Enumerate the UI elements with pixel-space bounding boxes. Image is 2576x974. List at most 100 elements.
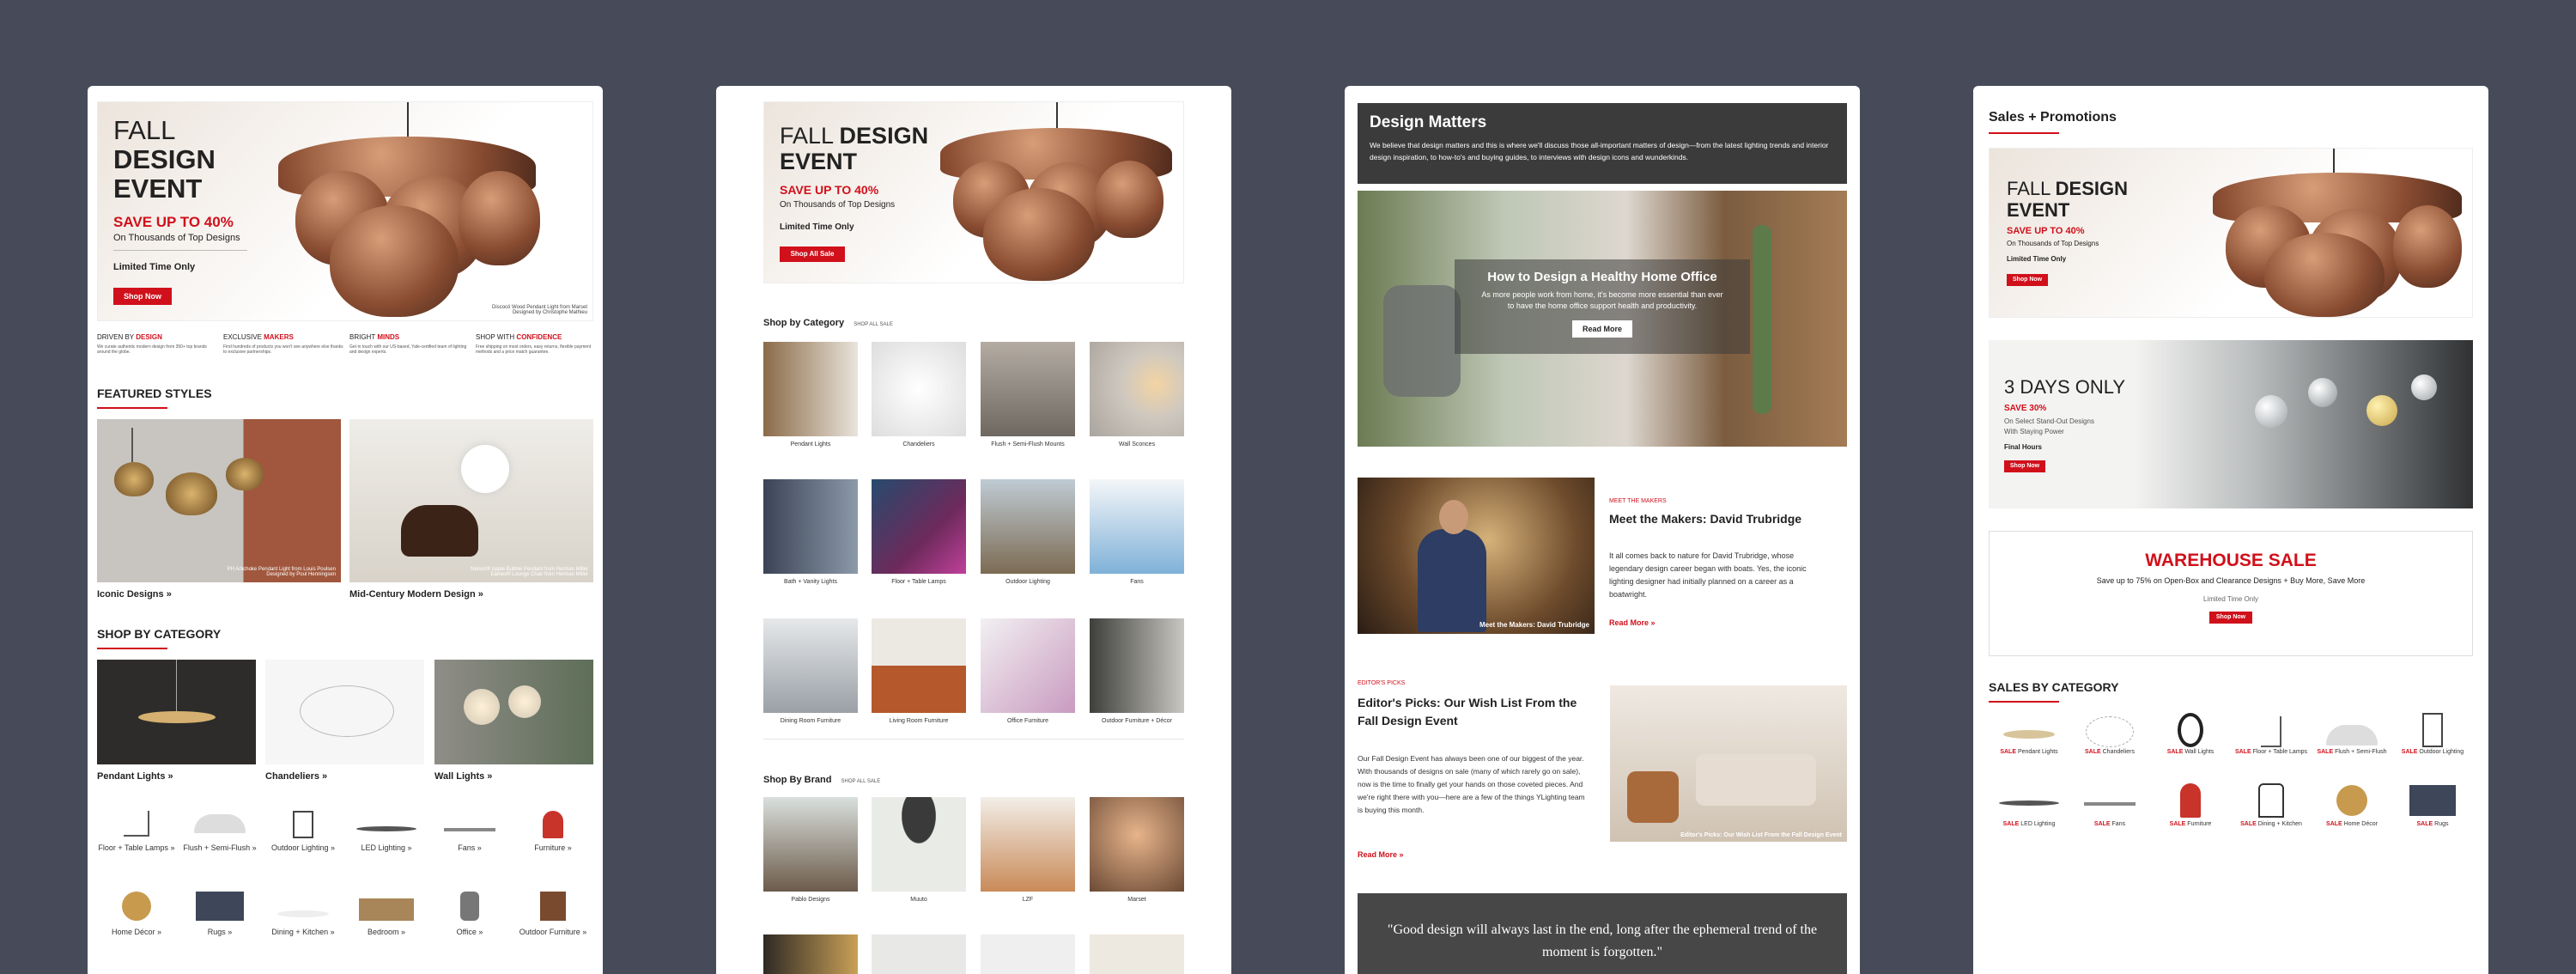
brand-tile-8[interactable] (1090, 934, 1184, 974)
brand-tile-7[interactable] (981, 934, 1075, 974)
cat-tile-6[interactable] (872, 479, 966, 574)
promo-banner[interactable]: 3 DAYS ONLY SAVE 30% On Select Stand-Out… (1989, 340, 2473, 508)
small-cat-label: Flush + Semi-Flush » (183, 843, 257, 852)
sale-word: SALE (2234, 749, 2251, 755)
featured-iconic-image[interactable]: PH Artichoke Pendant Light from Louis Po… (97, 419, 341, 582)
sale-cat-1[interactable]: SALE Pendant Lights (1989, 713, 2069, 755)
promo-save: SAVE 30% (2004, 404, 2047, 413)
cat-label: Wall Sconces (1118, 441, 1156, 447)
promo-shop-now-button[interactable]: Shop Now (2004, 460, 2045, 472)
cat-label: Chandeliers (902, 441, 935, 447)
category-chandeliers-link[interactable]: Chandeliers » (265, 771, 327, 782)
cat-label: Fans (1130, 579, 1144, 585)
cat-tile-5[interactable] (763, 479, 858, 574)
hero-sub: On Thousands of Top Designs (113, 233, 240, 243)
small-cat-11[interactable]: Office » (430, 892, 509, 936)
feature-overlay: How to Design a Healthy Home Office As m… (1455, 259, 1750, 354)
small-cat-label: Outdoor Lighting » (270, 843, 336, 852)
category-chandeliers-image[interactable] (265, 660, 424, 764)
sale-cat-12[interactable]: SALE Rugs (2392, 783, 2473, 827)
featured-iconic-link[interactable]: Iconic Designs » (97, 589, 172, 600)
sale-cat-5[interactable]: SALE Flush + Semi-Flush (2312, 713, 2392, 755)
sale-cat-6[interactable]: SALE Outdoor Lighting (2392, 713, 2473, 755)
warehouse-limited: Limited Time Only (2202, 595, 2259, 603)
small-cat-2[interactable]: Flush + Semi-Flush » (180, 811, 259, 852)
brand-tile-3[interactable] (981, 797, 1075, 892)
small-cat-9[interactable]: Dining + Kitchen » (264, 892, 343, 936)
cat-tile-1[interactable] (763, 342, 858, 436)
sale-cat-8[interactable]: SALE Fans (2069, 783, 2150, 827)
shop-now-button[interactable]: Shop Now (2007, 274, 2048, 286)
feature-article-image[interactable]: How to Design a Healthy Home Office As m… (1358, 191, 1847, 447)
hero-event: EVENT (2007, 199, 2070, 221)
sale-word: SALE (2000, 749, 2016, 755)
sale-cat-label: Flush + Semi-Flush (2335, 749, 2387, 755)
small-cat-5[interactable]: Fans » (430, 811, 509, 852)
cat-tile-3[interactable] (981, 342, 1075, 436)
sale-cat-2[interactable]: SALE Chandeliers (2069, 713, 2150, 755)
shop-now-button[interactable]: Shop Now (113, 288, 172, 305)
category-wall-image[interactable] (434, 660, 593, 764)
brand-tile-1[interactable] (763, 797, 858, 892)
value-key: CONFIDENCE (516, 333, 562, 341)
sale-cat-label: Rugs (2434, 821, 2449, 827)
small-cat-label: Dining + Kitchen » (271, 928, 335, 936)
value-pre: DRIVEN BY (97, 333, 137, 341)
category-pendant-link[interactable]: Pendant Lights » (97, 771, 173, 782)
hero-design: DESIGN (2055, 178, 2129, 199)
hero-save: SAVE UP TO 40% (780, 183, 879, 197)
cat-tile-9[interactable] (763, 618, 858, 713)
cat-tile-12[interactable] (1090, 618, 1184, 713)
cat-tile-4[interactable] (1090, 342, 1184, 436)
small-cat-12[interactable]: Outdoor Furniture » (513, 892, 592, 936)
brand-tile-2[interactable] (872, 797, 966, 892)
picks-read-more-link[interactable]: Read More » (1358, 850, 1404, 859)
shop-all-sale-link[interactable]: SHOP ALL SALE (854, 322, 893, 327)
small-cat-6[interactable]: Furniture » (513, 811, 592, 852)
cat-tile-8[interactable] (1090, 479, 1184, 574)
hero-banner[interactable]: FALL DESIGN EVENT SAVE UP TO 40% On Thou… (97, 101, 593, 321)
shop-all-brands-link[interactable]: SHOP ALL SALE (841, 779, 881, 784)
makers-read-more-link[interactable]: Read More » (1609, 618, 1656, 627)
hero-save: SAVE UP TO 40% (113, 214, 234, 230)
small-cat-8[interactable]: Rugs » (180, 892, 259, 936)
makers-image[interactable]: Meet the Makers: David Trubridge (1358, 478, 1595, 634)
small-cat-10[interactable]: Bedroom » (347, 892, 426, 936)
sale-cat-4[interactable]: SALE Floor + Table Lamps (2231, 713, 2312, 755)
hero-banner[interactable]: FALL DESIGN EVENT SAVE UP TO 40% On Thou… (1989, 148, 2473, 318)
warehouse-sale-box[interactable]: WAREHOUSE SALE Save up to 75% on Open-Bo… (1989, 531, 2473, 656)
value-prop-makers: EXCLUSIVE MAKERS Find hundreds of produc… (223, 333, 343, 355)
makers-caption: Meet the Makers: David Trubridge (1479, 621, 1589, 629)
sale-cat-11[interactable]: SALE Home Décor (2312, 783, 2392, 827)
featured-midcentury-link[interactable]: Mid-Century Modern Design » (349, 589, 483, 600)
small-cat-7[interactable]: Home Décor » (97, 892, 176, 936)
shop-all-sale-button[interactable]: Shop All Sale (780, 247, 845, 262)
sale-cat-3[interactable]: SALE Wall Lights (2150, 713, 2231, 755)
sale-cat-10[interactable]: SALE Dining + Kitchen (2231, 783, 2312, 827)
cat-tile-10[interactable] (872, 618, 966, 713)
warehouse-shop-now-button[interactable]: Shop Now (2209, 612, 2252, 624)
shop-by-brand-title: Shop By Brand SHOP ALL SALE (763, 775, 880, 785)
sale-cat-9[interactable]: SALE Furniture (2150, 783, 2231, 827)
value-pre: SHOP WITH (476, 333, 517, 341)
brand-tile-6[interactable] (872, 934, 966, 974)
brand-tile-5[interactable] (763, 934, 858, 974)
cat-tile-7[interactable] (981, 479, 1075, 574)
featured-midcentury-image[interactable]: Nelson® Apple Bubble Pendant from Herman… (349, 419, 593, 582)
cat-tile-2[interactable] (872, 342, 966, 436)
read-more-button[interactable]: Read More (1571, 320, 1632, 338)
small-cat-3[interactable]: Outdoor Lighting » (264, 811, 343, 852)
brand-tile-4[interactable] (1090, 797, 1184, 892)
small-cat-label: Bedroom » (367, 928, 406, 936)
category-wall-link[interactable]: Wall Lights » (434, 771, 492, 782)
hero-banner[interactable]: FALL DESIGN EVENT SAVE UP TO 40% On Thou… (763, 101, 1184, 283)
small-cat-1[interactable]: Floor + Table Lamps » (97, 811, 176, 852)
cat-tile-11[interactable] (981, 618, 1075, 713)
email-panel-sale: FALL DESIGN EVENT SAVE UP TO 40% On Thou… (716, 86, 1231, 974)
category-pendant-image[interactable] (97, 660, 256, 764)
picks-image[interactable]: Editor's Picks: Our Wish List From the F… (1610, 685, 1847, 842)
sale-cat-7[interactable]: SALE LED Lighting (1989, 783, 2069, 827)
featured-overlay: PH Artichoke Pendant Light from Louis Po… (228, 567, 336, 577)
small-cat-label: LED Lighting » (361, 843, 412, 852)
small-cat-4[interactable]: LED Lighting » (347, 811, 426, 852)
